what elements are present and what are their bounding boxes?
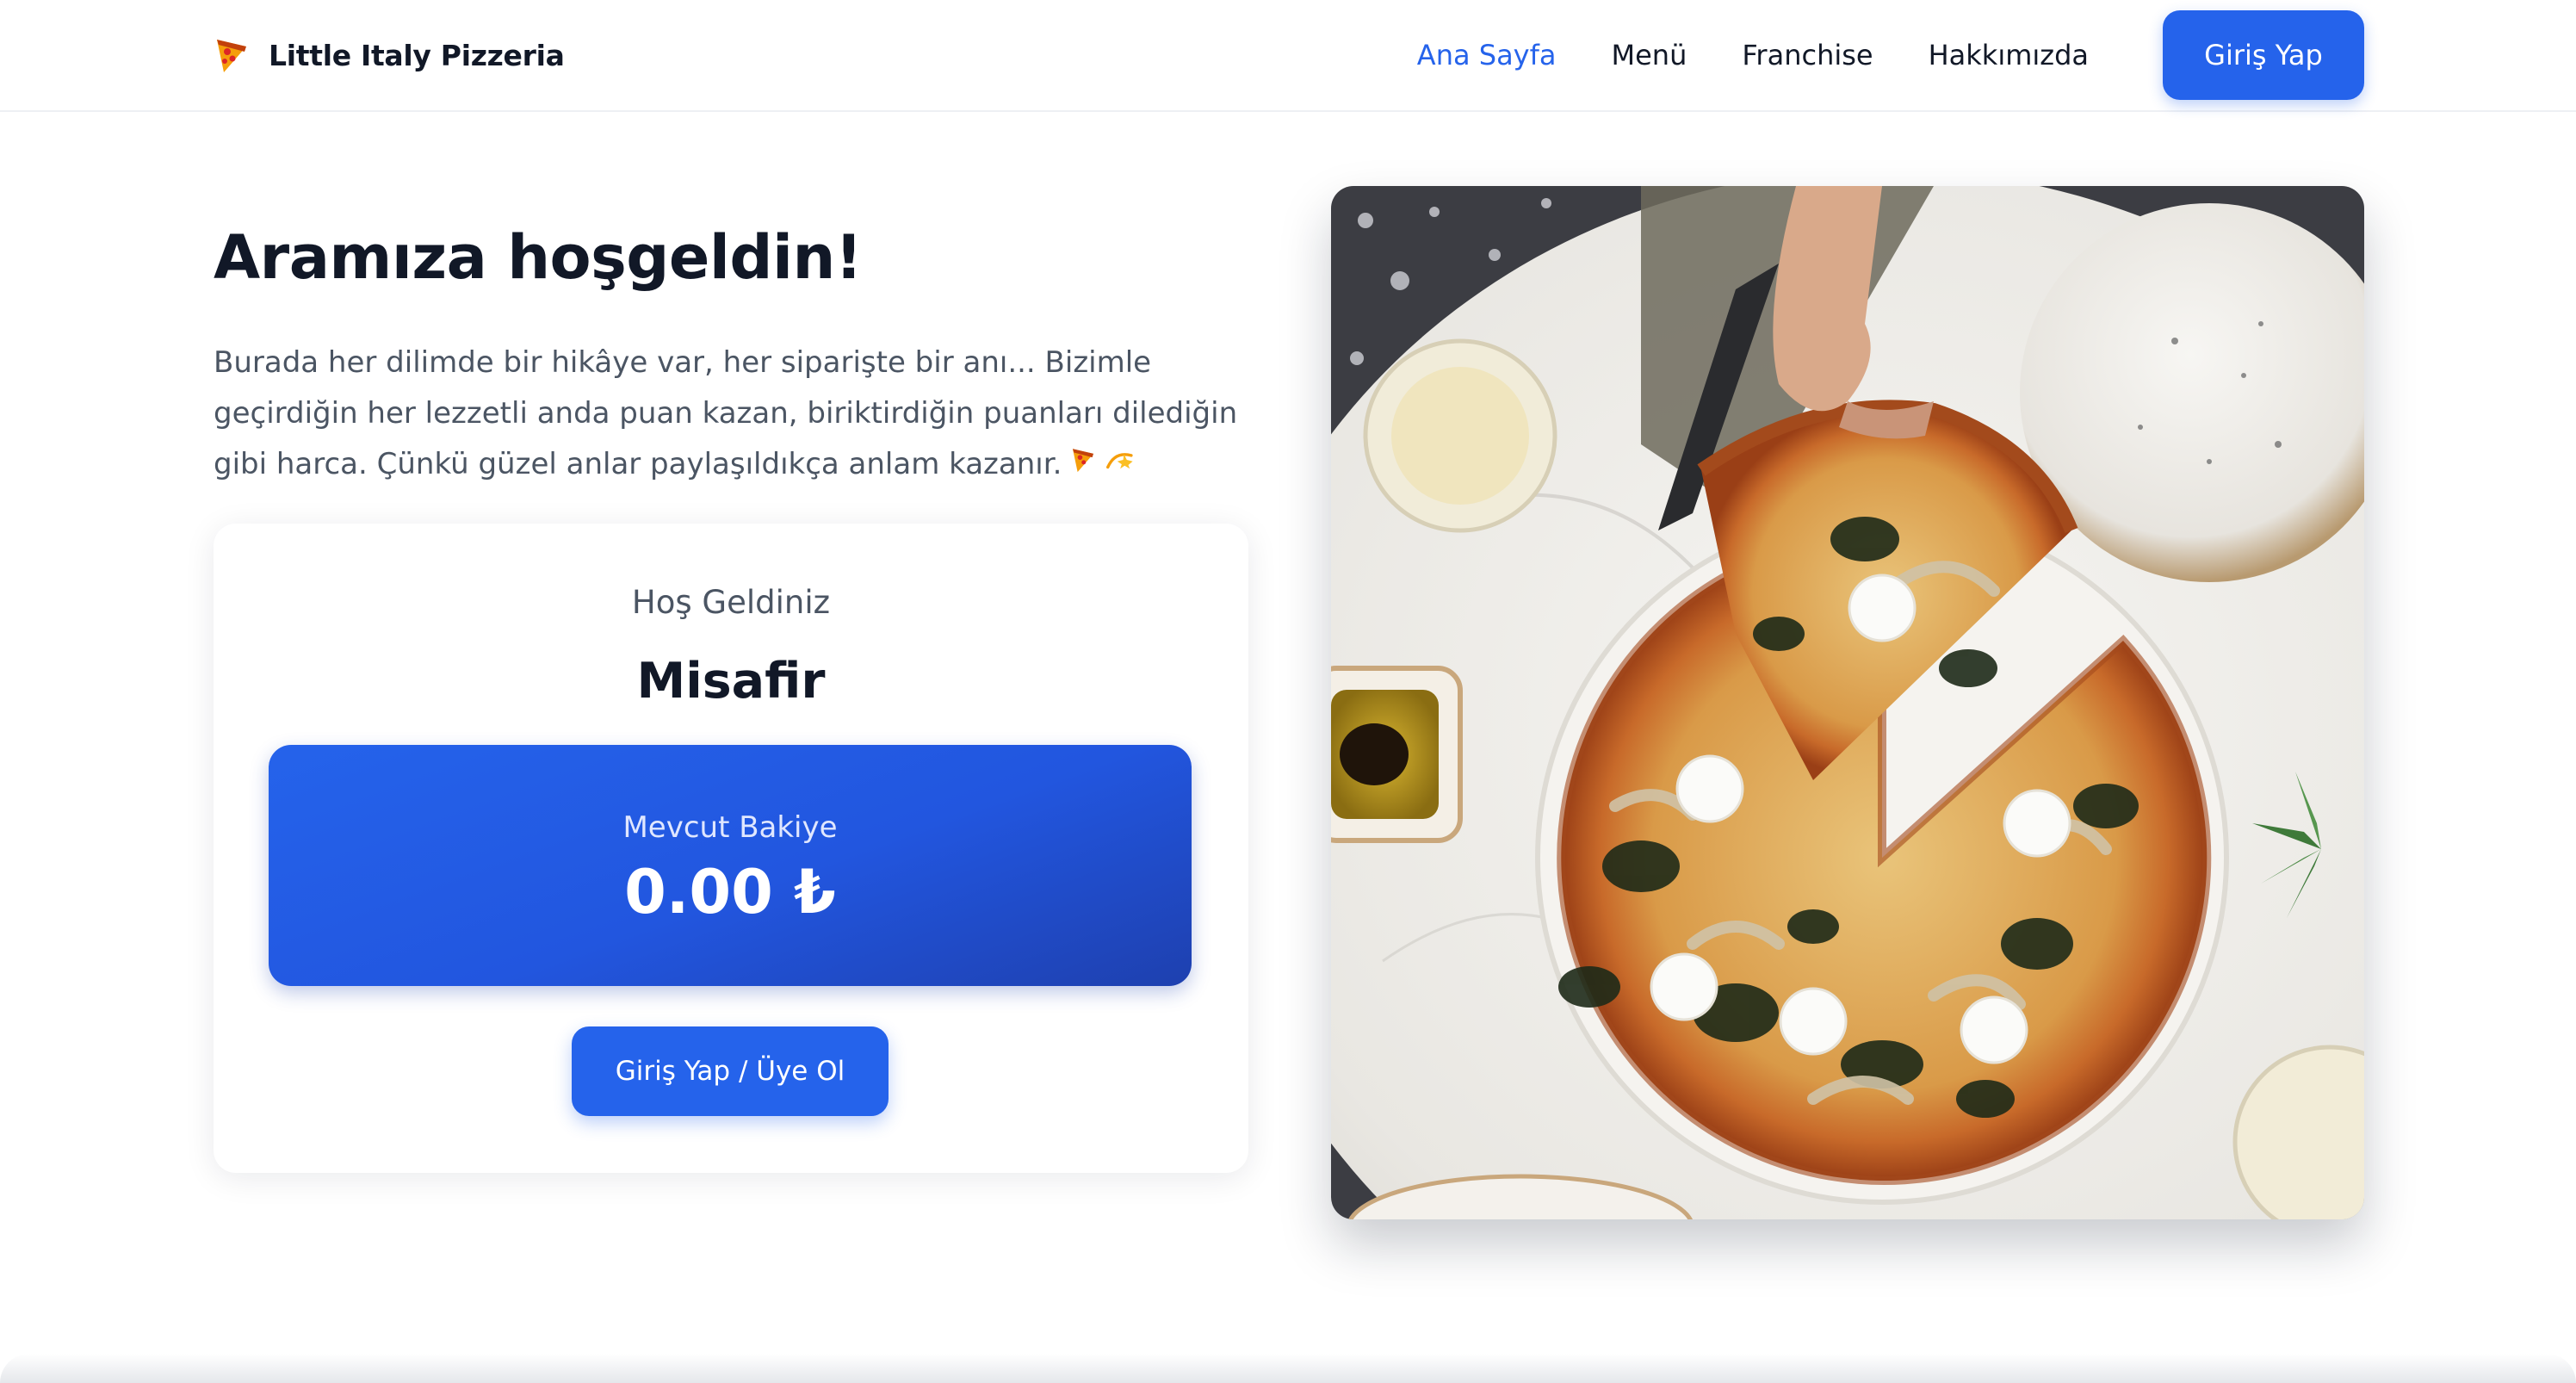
nav-link-home[interactable]: Ana Sayfa [1417,39,1557,71]
pizza-illustration [1331,186,2364,1219]
brand-name: Little Italy Pizzeria [269,38,565,72]
login-signup-button[interactable]: Giriş Yap / Üye Ol [572,1026,889,1116]
balance-label: Mevcut Bakiye [622,810,838,845]
pizza-slice-icon [1068,440,1098,491]
top-navbar: Little Italy Pizzeria Ana Sayfa Menü Fra… [0,0,2576,112]
page-title: Aramıza hoşgeldin! [214,222,863,293]
welcome-greeting: Hoş Geldiniz [631,584,831,621]
login-button[interactable]: Giriş Yap [2163,10,2364,100]
pizza-photo [1331,186,2364,1219]
next-section-edge [0,1354,2576,1383]
nav-link-about[interactable]: Hakkımızda [1929,39,2089,71]
hero-description: Burada her dilimde bir hikâye var, her s… [214,338,1290,491]
brand-logo[interactable]: Little Italy Pizzeria [214,31,565,79]
main-nav: Ana Sayfa Menü Franchise Hakkımızda [1417,31,2089,79]
welcome-card: Hoş Geldiniz Misafir Mevcut Bakiye 0.00 … [214,524,1248,1173]
balance-panel: Mevcut Bakiye 0.00 ₺ [269,745,1192,986]
nav-link-menu[interactable]: Menü [1611,39,1687,71]
pizza-slice-icon [217,40,246,72]
dizzy-star-icon [1105,440,1137,491]
user-name: Misafir [636,653,826,710]
balance-value: 0.00 ₺ [624,857,836,927]
nav-link-franchise[interactable]: Franchise [1742,39,1873,71]
